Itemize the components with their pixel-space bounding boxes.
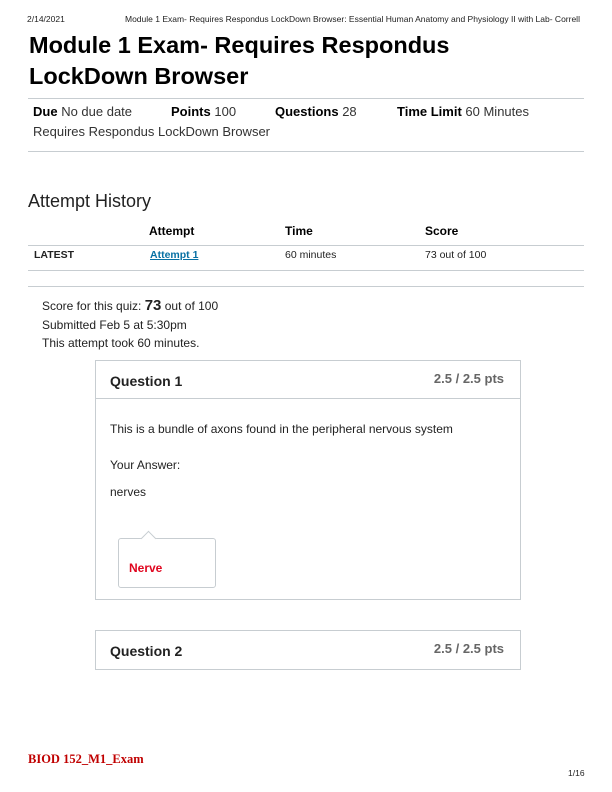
question-card: Question 2 2.5 / 2.5 pts [95, 630, 521, 670]
your-answer-label: Your Answer: [110, 458, 181, 472]
question-header: Question 2 2.5 / 2.5 pts [96, 631, 520, 668]
questions-info: Questions 28 [275, 104, 357, 119]
time-limit-value: 60 Minutes [465, 104, 529, 119]
attempt-score: 73 out of 100 [425, 249, 487, 261]
score-value: 73 [144, 297, 162, 314]
question-points: 2.5 / 2.5 pts [433, 371, 504, 386]
question-name: Question 1 [110, 373, 183, 389]
page-number: 1/16 [568, 768, 585, 778]
print-header-title: Module 1 Exam- Requires Respondus LockDo… [125, 14, 580, 24]
question-name: Question 2 [110, 643, 183, 659]
latest-badge: LATEST [34, 249, 75, 261]
due-value: No due date [61, 104, 133, 119]
page-title: Module 1 Exam- Requires Respondus LockDo… [29, 32, 450, 89]
questions-label: Questions [275, 104, 339, 119]
table-row-divider [28, 270, 584, 271]
time-limit-label: Time Limit [397, 104, 462, 119]
question-header: Question 1 2.5 / 2.5 pts [96, 361, 520, 399]
score-prefix: Score for this quiz: [42, 299, 142, 313]
question-text: This is a bundle of axons found in the p… [110, 422, 453, 436]
table-header-divider [28, 245, 584, 246]
points-info: Points 100 [171, 104, 236, 119]
divider [28, 98, 584, 99]
submitted-time: Submitted Feb 5 at 5:30pm [42, 318, 187, 332]
column-header-time: Time [285, 224, 313, 238]
attempt-link[interactable]: Attempt 1 [150, 249, 198, 261]
print-date: 2/14/2021 [27, 14, 65, 24]
score-suffix: out of 100 [164, 299, 219, 313]
due-info: Due No due date [33, 104, 132, 119]
lockdown-note: Requires Respondus LockDown Browser [33, 124, 271, 139]
points-label: Points [171, 104, 211, 119]
bubble-arrow [140, 530, 157, 547]
questions-value: 28 [342, 104, 357, 119]
due-label: Due [33, 104, 58, 119]
attempt-time: 60 minutes [285, 249, 337, 261]
column-header-score: Score [425, 224, 459, 238]
question-card: Question 1 2.5 / 2.5 pts This is a bundl… [95, 360, 521, 600]
divider [28, 286, 584, 287]
course-code: BIOD 152_M1_Exam [28, 752, 144, 766]
attempt-link-label[interactable]: Attempt 1 [150, 249, 198, 261]
quiz-score: Score for this quiz: 73 out of 100 [42, 297, 218, 314]
correct-answer: Nerve [129, 561, 163, 575]
time-limit-info: Time Limit 60 Minutes [397, 104, 529, 119]
your-answer-value: nerves [110, 485, 147, 499]
correct-answer-bubble: Nerve [118, 530, 216, 588]
question-points: 2.5 / 2.5 pts [433, 641, 504, 656]
column-header-attempt: Attempt [149, 224, 195, 238]
divider [28, 151, 584, 152]
attempt-duration: This attempt took 60 minutes. [42, 336, 200, 350]
attempt-history-title: Attempt History [28, 191, 152, 211]
points-value: 100 [214, 104, 237, 119]
